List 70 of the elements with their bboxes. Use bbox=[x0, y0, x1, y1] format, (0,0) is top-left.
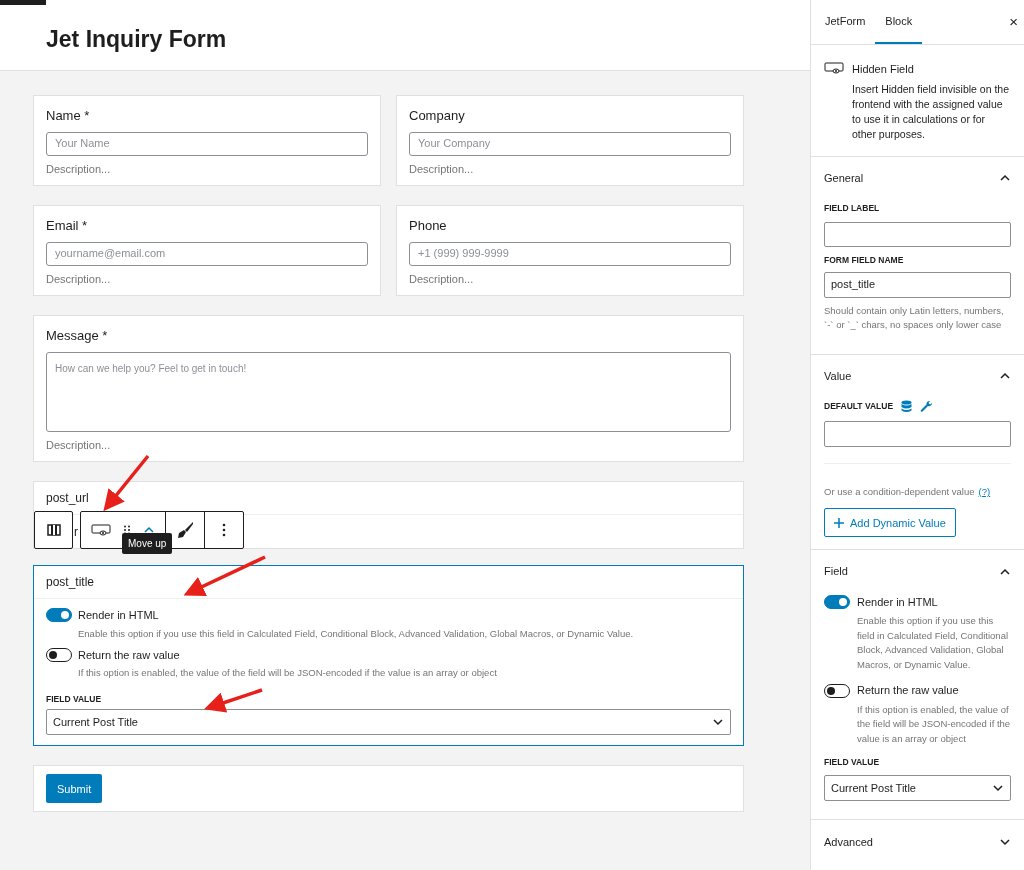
field-description: Description... bbox=[409, 271, 475, 287]
textarea-field[interactable]: How can we help you? Feel to get in touch! bbox=[46, 351, 731, 432]
input-field[interactable]: Your Company bbox=[409, 131, 731, 156]
field-description: Description... bbox=[46, 437, 112, 453]
block-row-label: post_url bbox=[46, 490, 89, 507]
brush-icon[interactable] bbox=[176, 521, 194, 539]
close-button[interactable]: × bbox=[1009, 0, 1018, 44]
top-bar-block bbox=[0, 0, 46, 5]
select-field[interactable]: Current Post Title bbox=[46, 709, 731, 736]
toggle-switch[interactable] bbox=[824, 683, 850, 698]
chevron-down-icon[interactable] bbox=[992, 782, 1004, 794]
toggle-switch[interactable] bbox=[46, 608, 72, 623]
toggle-description: If this option is enabled, the value of the field will be JSON-encoded if the value is an array or object bbox=[856, 702, 1011, 746]
move-up-icon[interactable] bbox=[143, 526, 155, 534]
toggle-label: Render in HTML bbox=[857, 594, 938, 610]
field-label: Message * bbox=[46, 327, 109, 345]
field-description: Description... bbox=[409, 161, 475, 177]
field-label: Phone bbox=[409, 217, 448, 235]
toggle-description: Enable this option if you use this field in Calculated Field, Conditional Block, Advanced Validation, Global Macros, or Dynamic Value. bbox=[856, 614, 1010, 672]
input-field[interactable] bbox=[824, 421, 1011, 447]
sidebar-tab[interactable]: Block bbox=[875, 0, 923, 44]
select-field[interactable]: Current Post Title bbox=[824, 775, 1011, 801]
annotation-arrow bbox=[103, 454, 150, 512]
toggle-label: Return the raw value bbox=[78, 647, 180, 663]
toggle-label: Render in HTML bbox=[78, 608, 159, 623]
hidden-field-icon bbox=[91, 524, 111, 536]
block-row-label: r bbox=[74, 523, 78, 541]
form-title: Jet Inquiry Form bbox=[46, 24, 227, 54]
more-options-icon[interactable] bbox=[222, 523, 226, 537]
help-link[interactable]: (?) bbox=[978, 485, 991, 500]
field-value-label: FIELD VALUE bbox=[824, 756, 881, 769]
input-field[interactable]: Your Name bbox=[46, 131, 368, 156]
field-value-label: FIELD VALUE bbox=[46, 692, 102, 706]
field-label: Company bbox=[409, 107, 466, 125]
database-icon[interactable] bbox=[901, 400, 913, 413]
submit-button[interactable]: Submit bbox=[46, 774, 103, 804]
field-label: FIELD LABEL bbox=[824, 202, 881, 215]
block-name: post_title bbox=[46, 574, 95, 591]
panel-title: Field bbox=[824, 564, 848, 580]
field-description: Description... bbox=[46, 161, 112, 177]
toggle-label: Return the raw value bbox=[857, 683, 959, 699]
toggle-description: Enable this option if you use this field in Calculated Field, Conditional Block, Advanced Validation, Global Macros, or Dynamic Value. bbox=[77, 626, 635, 641]
panel-title: Value bbox=[824, 368, 852, 384]
annotation-arrow bbox=[204, 688, 263, 713]
columns-icon bbox=[46, 524, 61, 536]
panel-title: General bbox=[824, 170, 864, 186]
block-type-button[interactable] bbox=[34, 511, 73, 549]
input-field[interactable]: +1 (999) 999-9999 bbox=[409, 241, 731, 266]
toggle-switch[interactable] bbox=[824, 595, 850, 609]
input-field[interactable]: yourname@email.com bbox=[46, 241, 368, 266]
input-field[interactable]: post_title bbox=[824, 271, 1011, 298]
input-field[interactable] bbox=[824, 221, 1011, 247]
add-dynamic-value-button[interactable]: Add Dynamic Value bbox=[824, 508, 956, 538]
field-label: DEFAULT VALUE bbox=[824, 400, 894, 413]
field-label: Email * bbox=[46, 217, 89, 235]
block-title: Hidden Field bbox=[852, 62, 915, 77]
field-label: Name * bbox=[46, 107, 91, 125]
block-description: Insert Hidden field invisible on the frontend with the assigned value to use it in calculations or for other purposes. bbox=[852, 81, 1010, 142]
field-hint: Should contain only Latin letters, numbers, `-` or `_` chars, no spaces only lower case bbox=[824, 303, 1005, 332]
tooltip: Move up bbox=[122, 533, 173, 554]
wrench-icon[interactable] bbox=[920, 400, 934, 413]
hidden-field-icon bbox=[824, 62, 844, 74]
panel-title: Advanced bbox=[824, 835, 873, 850]
plus-icon bbox=[834, 517, 844, 528]
field-description: Description... bbox=[46, 271, 112, 287]
toggle-description: If this option is enabled, the value of the field will be JSON-encoded if the value is an array or object bbox=[77, 666, 498, 681]
field-label: FORM FIELD NAME bbox=[824, 253, 905, 267]
sidebar-tab[interactable]: JetForm bbox=[815, 0, 876, 44]
toggle-switch[interactable] bbox=[46, 648, 72, 662]
condition-text: Or use a condition-dependent value bbox=[824, 485, 975, 499]
